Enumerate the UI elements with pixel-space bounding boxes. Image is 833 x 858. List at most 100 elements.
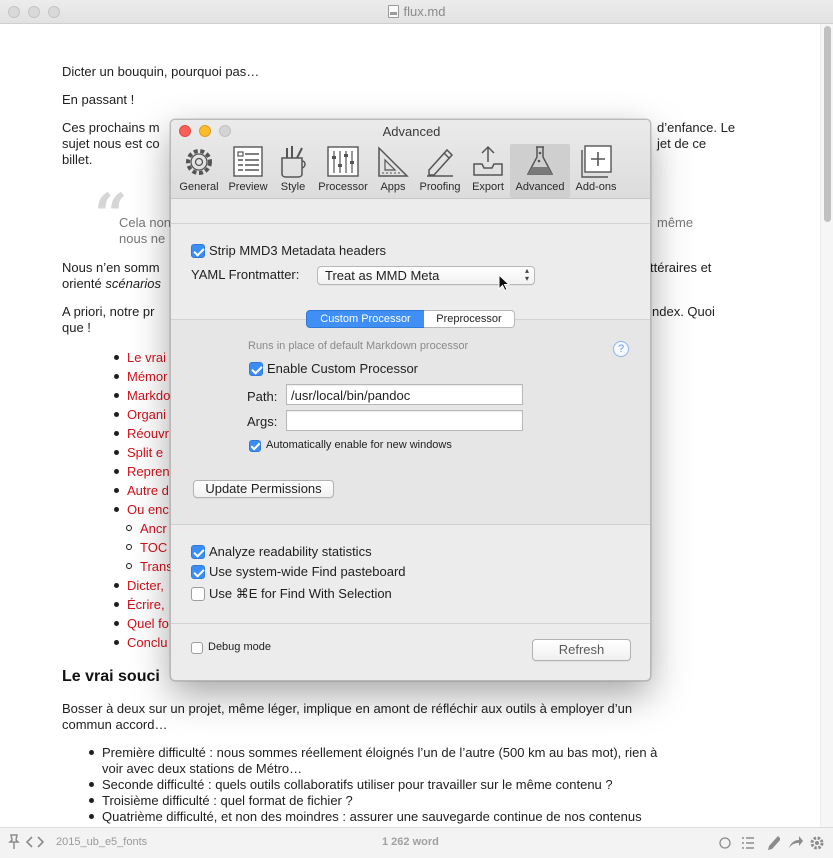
paragraph: Dicter un bouquin, pourquoi pas… <box>62 64 260 79</box>
tab-apps[interactable]: Apps <box>374 144 412 198</box>
args-field[interactable] <box>286 410 523 431</box>
custom-processor-segment[interactable]: Custom Processor <box>306 310 425 328</box>
window-titlebar: flux.md <box>0 0 833 24</box>
processor-icon <box>327 146 359 177</box>
paragraph: commun accord… <box>62 717 168 732</box>
toc-sublink[interactable]: Ancr <box>140 521 167 537</box>
list-bullet <box>89 798 94 803</box>
share-icon[interactable] <box>788 835 804 849</box>
pen-icon[interactable] <box>766 835 780 851</box>
proofing-icon <box>427 148 454 177</box>
tab-addons[interactable]: Add-ons <box>571 144 621 198</box>
auto-enable-label: Automatically enable for new windows <box>266 439 452 451</box>
enable-custom-processor-label: Enable Custom Processor <box>267 361 419 376</box>
strip-mmd3-label: Strip MMD3 Metadata headers <box>209 243 387 258</box>
sublist-bullet <box>126 563 132 569</box>
cmd-e-checkbox[interactable] <box>191 587 205 601</box>
status-filename[interactable]: 2015_ub_e5_fonts <box>56 836 147 848</box>
toc-link[interactable]: Mémor <box>127 369 167 385</box>
find-pasteboard-checkbox[interactable] <box>191 565 205 579</box>
tab-export[interactable]: Export <box>467 144 509 198</box>
toc-link[interactable]: Réouvr <box>127 426 169 442</box>
dialog-toolbar: Advanced General Preview Style Processor… <box>171 120 650 199</box>
readability-checkbox[interactable] <box>191 545 205 559</box>
refresh-button[interactable]: Refresh <box>532 639 631 661</box>
toc-link[interactable]: Le vrai <box>127 350 166 366</box>
path-field[interactable]: /usr/local/bin/pandoc <box>286 384 523 405</box>
yaml-frontmatter-value: Treat as MMD Meta <box>325 268 440 283</box>
list-bullet <box>114 488 119 493</box>
list-item: voir avec deux stations de Métro… <box>102 761 303 776</box>
tab-label: Add-ons <box>575 181 617 193</box>
tab-advanced[interactable]: Advanced <box>510 144 570 198</box>
toc-link[interactable]: Split e <box>127 445 163 461</box>
sublist-bullet <box>126 544 132 550</box>
circle-icon[interactable] <box>719 837 731 849</box>
paragraph: Bosser à deux sur un projet, même léger,… <box>62 701 633 716</box>
list-bullet <box>114 621 119 626</box>
list-bullet <box>114 602 119 607</box>
word-count[interactable]: 1 262 word <box>382 836 439 848</box>
gear-icon[interactable] <box>809 835 825 851</box>
blockquote-right: même <box>657 215 694 230</box>
list-bullet <box>114 374 119 379</box>
list-bullet <box>114 355 119 360</box>
auto-enable-checkbox[interactable] <box>249 440 261 452</box>
paragraph-right: d’enfance. Le <box>657 120 736 135</box>
toc-link[interactable]: Quel fo <box>127 616 169 632</box>
enable-custom-processor-checkbox[interactable] <box>249 362 263 376</box>
tab-style[interactable]: Style <box>273 144 313 198</box>
status-bar: 2015_ub_e5_fonts 1 262 word <box>0 827 833 858</box>
toc-link[interactable]: Repren <box>127 464 170 480</box>
pin-icon[interactable] <box>8 834 20 850</box>
tab-preview[interactable]: Preview <box>223 144 273 198</box>
tab-processor[interactable]: Processor <box>313 144 373 198</box>
scrollbar-thumb[interactable] <box>824 26 831 222</box>
mouse-cursor-icon <box>498 274 510 292</box>
debug-mode-checkbox[interactable] <box>191 642 203 654</box>
vertical-scrollbar[interactable] <box>820 24 833 827</box>
window-title: flux.md <box>0 4 833 19</box>
list-bullet <box>114 507 119 512</box>
list-icon[interactable] <box>741 836 755 850</box>
tab-label: Apps <box>380 181 406 193</box>
gear-icon <box>186 149 212 175</box>
dialog-title: Advanced <box>382 124 441 139</box>
paragraph-right: jet de ce <box>657 136 707 151</box>
runs-hint-text: Runs in place of default Markdown proces… <box>248 340 469 352</box>
paragraph-right: ttéraires et <box>650 260 712 275</box>
window-title-text: flux.md <box>403 4 446 19</box>
help-button[interactable]: ? <box>613 341 629 357</box>
list-bullet <box>114 431 119 436</box>
preferences-dialog: Advanced General Preview Style Processor… <box>170 119 651 681</box>
toc-link[interactable]: Organi <box>127 407 166 423</box>
tab-general[interactable]: General <box>175 144 223 198</box>
list-bullet <box>114 450 119 455</box>
flask-icon <box>526 146 554 175</box>
toc-link[interactable]: Ou enc <box>127 502 169 518</box>
toc-link[interactable]: Markdo <box>127 388 170 404</box>
tab-label: Proofing <box>419 181 461 193</box>
toc-link[interactable]: Dicter, <box>127 578 164 594</box>
list-item: Première difficulté : nous sommes réelle… <box>102 745 658 760</box>
list-bullet <box>89 782 94 787</box>
toc-link[interactable]: Écrire, <box>127 597 165 613</box>
toc-link[interactable]: Autre d <box>127 483 169 499</box>
tab-proofing[interactable]: Proofing <box>414 144 466 198</box>
preview-icon <box>233 146 263 177</box>
update-permissions-button[interactable]: Update Permissions <box>193 480 334 498</box>
sublist-bullet <box>126 525 132 531</box>
toc-sublink[interactable]: TOC <box>140 540 167 556</box>
toc-sublink[interactable]: Trans <box>140 559 173 575</box>
yaml-frontmatter-label: YAML Frontmatter: <box>191 267 300 282</box>
preprocessor-segment[interactable]: Preprocessor <box>424 310 515 328</box>
emphasis: scénarios <box>105 276 162 291</box>
strip-mmd3-checkbox[interactable] <box>191 244 205 258</box>
cmd-e-label: Use ⌘E for Find With Selection <box>209 586 392 601</box>
toc-link[interactable]: Conclu <box>127 635 167 651</box>
list-item: Quatrième difficulté, et non des moindre… <box>102 809 642 824</box>
divider <box>171 524 650 525</box>
path-value: /usr/local/bin/pandoc <box>291 388 411 403</box>
code-icon[interactable] <box>26 835 44 849</box>
paragraph: En passant ! <box>62 92 135 107</box>
